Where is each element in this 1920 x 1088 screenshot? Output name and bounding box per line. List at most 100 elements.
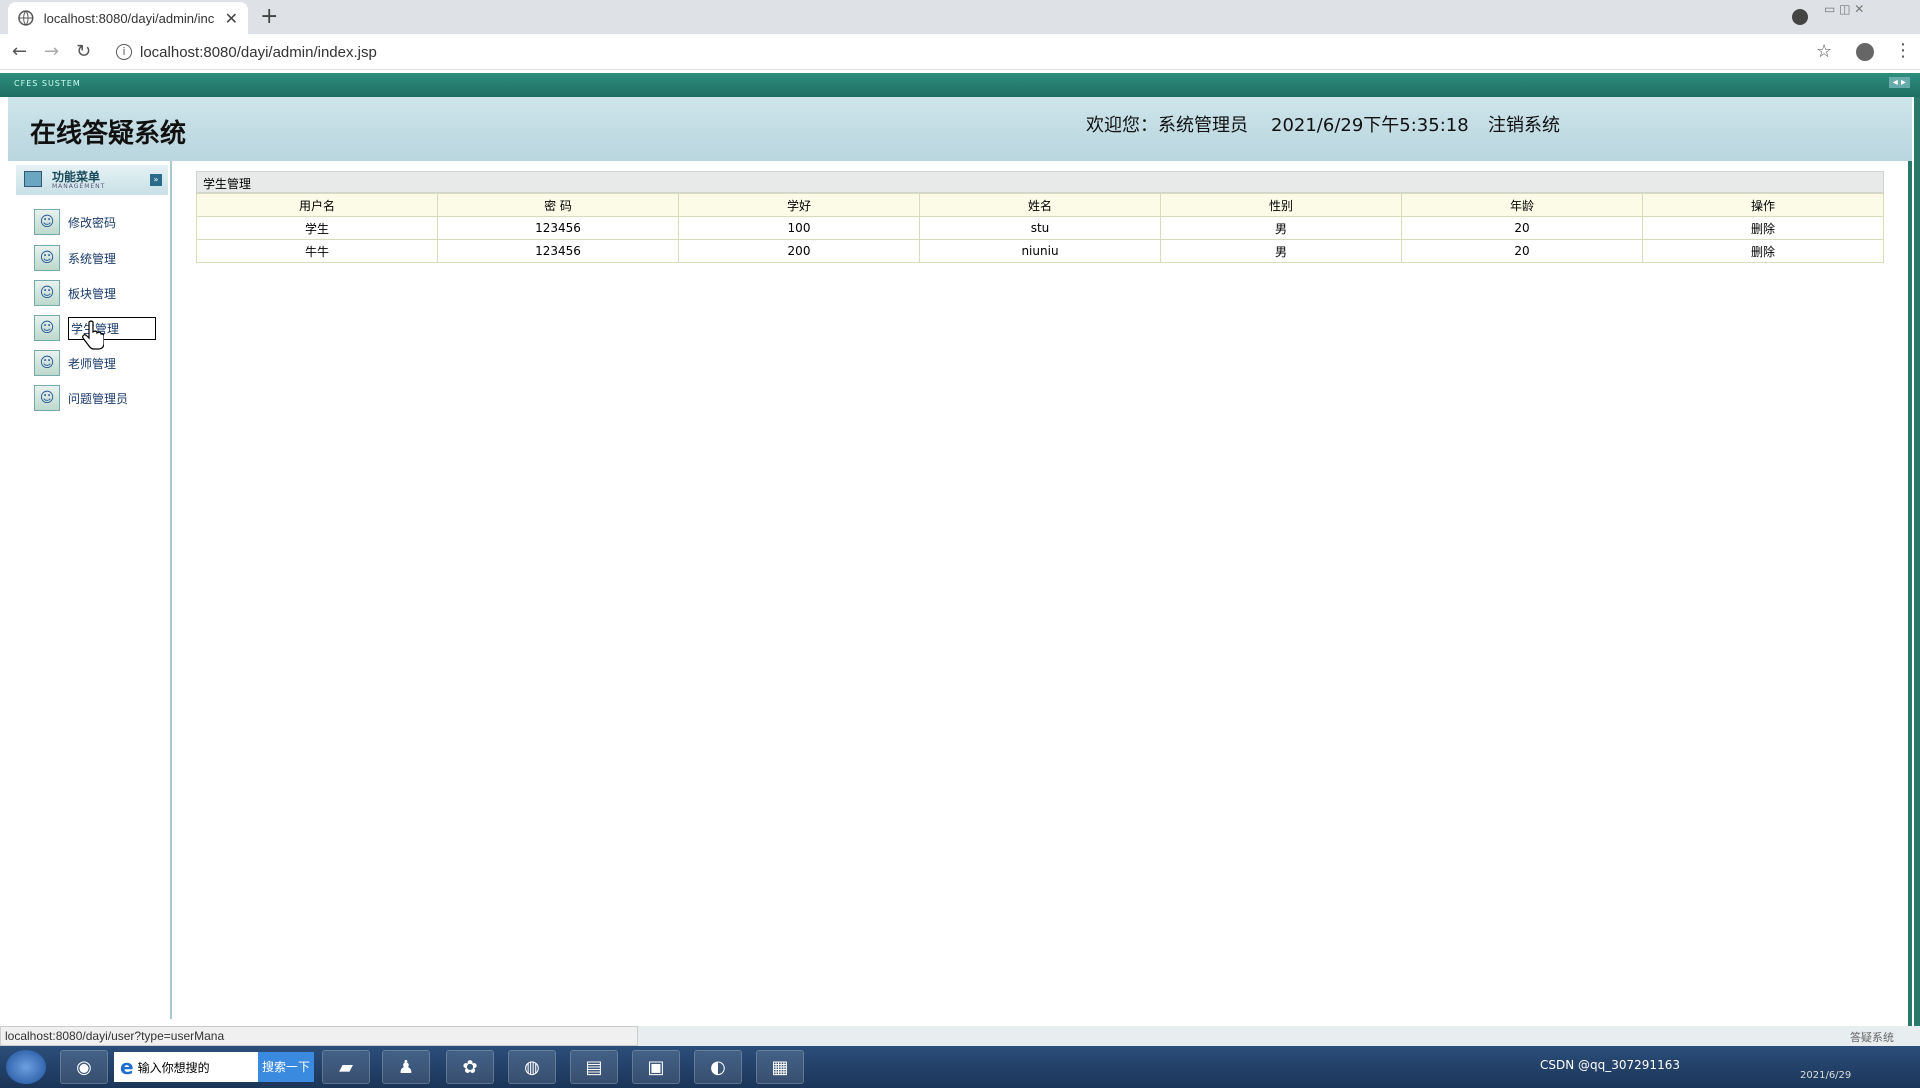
tab-search-icon[interactable]	[1792, 9, 1808, 25]
frame-right-border	[1904, 97, 1920, 1035]
table-cell: 学生	[196, 216, 438, 240]
panel-title: 学生管理	[196, 171, 1884, 193]
table-cell: 20	[1401, 216, 1643, 240]
column-header: 密 码	[437, 193, 679, 217]
tab-close-icon[interactable]: ✕	[225, 9, 238, 28]
browser-toolbar: ← → ↻ i localhost:8080/dayi/admin/index.…	[0, 34, 1920, 70]
account-icon[interactable]	[1856, 43, 1874, 61]
sidebar-item-label: 修改密码	[68, 215, 117, 230]
explorer-app-icon[interactable]: ▤	[570, 1050, 618, 1084]
sidebar-item-label: 老师管理	[68, 356, 117, 371]
folder-app-icon[interactable]: ▰	[322, 1050, 370, 1084]
os-taskbar: ◉ e 输入你想搜的 搜索一下 ▰ ♟ ✿ ◍ ▤ ▣ ◐ ▦ CSDN @qq…	[0, 1046, 1920, 1088]
table-row: 牛牛 123456 200 niuniu 男 20 删除	[196, 239, 1884, 263]
table-header-row: 用户名 密 码 学好 姓名 性别 年龄 操作	[196, 193, 1884, 217]
status-url: localhost:8080/dayi/user?type=userMana	[0, 1026, 638, 1046]
column-header: 年龄	[1401, 193, 1643, 217]
footer-bar: 答疑系统	[638, 1026, 1920, 1046]
menu-icon	[24, 171, 42, 187]
intellij-app-icon[interactable]: ▣	[632, 1050, 680, 1084]
table-cell: 牛牛	[196, 239, 438, 263]
table-cell: stu	[919, 216, 1161, 240]
sidebar-item-system[interactable]: ☺ 系统管理	[34, 245, 116, 271]
reload-icon[interactable]: ↻	[76, 41, 91, 62]
table-cell: niuniu	[919, 239, 1161, 263]
frame-arrows[interactable]: ◂ ▸	[1888, 77, 1910, 88]
ie-icon: e	[120, 1055, 134, 1079]
chrome-app-icon[interactable]: ◍	[508, 1050, 556, 1084]
current-datetime: 2021/6/29下午5:35:18	[1271, 115, 1469, 136]
user-icon: ☺	[34, 209, 60, 235]
table-cell: 200	[678, 239, 920, 263]
site-title: 在线答疑系统	[30, 119, 187, 149]
sidebar-item-label: 问题管理员	[68, 391, 129, 406]
new-tab-button[interactable]: +	[260, 4, 278, 29]
tray-date: 2021/6/29	[1800, 1070, 1852, 1081]
app-360-icon[interactable]: ◉	[60, 1050, 108, 1084]
user-icon: ☺	[34, 350, 60, 376]
column-header: 学好	[678, 193, 920, 217]
tool-app-icon[interactable]: ✿	[446, 1050, 494, 1084]
footer-text: 答疑系统	[1850, 1031, 1894, 1044]
user-icon: ☺	[34, 385, 60, 411]
delete-link[interactable]: 删除	[1751, 245, 1775, 259]
penguin-app-icon[interactable]: ♟	[382, 1050, 430, 1084]
student-table: 用户名 密 码 学好 姓名 性别 年龄 操作 学生 123456 100 stu…	[196, 193, 1884, 263]
browser-menu-icon[interactable]: ⋮	[1894, 40, 1912, 61]
browser-tab-bar: localhost:8080/dayi/admin/inc ✕ + ▭ ◫ ✕	[0, 0, 1920, 34]
taskbar-search-button[interactable]: 搜索一下	[258, 1052, 314, 1082]
hand-cursor-icon	[82, 320, 104, 350]
column-header: 姓名	[919, 193, 1161, 217]
window-controls[interactable]: ▭ ◫ ✕	[1824, 2, 1864, 16]
site-info-icon[interactable]: i	[116, 44, 132, 60]
firefox-app-icon[interactable]: ◐	[694, 1050, 742, 1084]
table-cell: 删除	[1642, 239, 1884, 263]
logout-link[interactable]: 注销系统	[1488, 111, 1560, 137]
tab-title: localhost:8080/dayi/admin/inc	[43, 10, 215, 26]
app-header: 在线答疑系统 欢迎您：系统管理员 2021/6/29下午5:35:18 注销系统	[8, 97, 1912, 161]
sidebar-item-label: 系统管理	[68, 251, 117, 266]
table-cell: 20	[1401, 239, 1643, 263]
user-icon: ☺	[34, 280, 60, 306]
user-icon: ☺	[34, 315, 60, 341]
search-placeholder: 输入你想搜的	[137, 1060, 210, 1075]
table-cell: 100	[678, 216, 920, 240]
terminal-app-icon[interactable]: ▦	[756, 1050, 804, 1084]
back-icon[interactable]: ←	[12, 41, 27, 62]
table-cell: 123456	[437, 216, 679, 240]
menu-collapse-icon[interactable]: »	[150, 174, 162, 186]
sidebar-item-label: 板块管理	[68, 286, 117, 301]
system-tag: CFES SUSTEM	[14, 79, 81, 88]
table-cell: 男	[1160, 239, 1402, 263]
browser-tab[interactable]: localhost:8080/dayi/admin/inc ✕	[8, 2, 248, 34]
frame-top-bar: CFES SUSTEM ◂ ▸	[0, 73, 1920, 97]
sidebar-item-question-admin[interactable]: ☺ 问题管理员	[34, 385, 128, 411]
sidebar-item-teachers[interactable]: ☺ 老师管理	[34, 350, 116, 376]
welcome-text: 欢迎您：系统管理员	[1086, 115, 1248, 136]
forward-icon[interactable]: →	[44, 41, 59, 62]
table-row: 学生 123456 100 stu 男 20 删除	[196, 216, 1884, 240]
sidebar-item-board[interactable]: ☺ 板块管理	[34, 280, 116, 306]
main-content: 学生管理 用户名 密 码 学好 姓名 性别 年龄 操作 学生 123456 10…	[176, 161, 1894, 1019]
user-icon: ☺	[34, 245, 60, 271]
bookmark-star-icon[interactable]: ☆	[1816, 41, 1832, 62]
globe-icon	[18, 10, 34, 26]
menu-header: 功能菜单 MANAGEMENT »	[16, 165, 168, 195]
column-header: 用户名	[196, 193, 438, 217]
address-url[interactable]: localhost:8080/dayi/admin/index.jsp	[140, 44, 377, 61]
sidebar: 功能菜单 MANAGEMENT » ☺ 修改密码 ☺ 系统管理 ☺ 板块管理 ☺…	[14, 161, 172, 1019]
start-button[interactable]	[6, 1050, 46, 1084]
column-header: 性别	[1160, 193, 1402, 217]
column-header: 操作	[1642, 193, 1884, 217]
taskbar-search-input[interactable]: e 输入你想搜的	[114, 1052, 258, 1082]
table-cell: 123456	[437, 239, 679, 263]
student-panel: 学生管理 用户名 密 码 学好 姓名 性别 年龄 操作 学生 123456 10…	[196, 171, 1884, 263]
frame-left-border	[0, 97, 8, 1035]
system-tray[interactable]: CSDN @qq_307291163	[1540, 1058, 1680, 1072]
delete-link[interactable]: 删除	[1751, 222, 1775, 236]
sidebar-item-change-password[interactable]: ☺ 修改密码	[34, 209, 116, 235]
menu-subtitle: MANAGEMENT	[52, 183, 106, 190]
address-bar[interactable]: i localhost:8080/dayi/admin/index.jsp	[106, 38, 1826, 66]
table-cell: 男	[1160, 216, 1402, 240]
table-cell: 删除	[1642, 216, 1884, 240]
